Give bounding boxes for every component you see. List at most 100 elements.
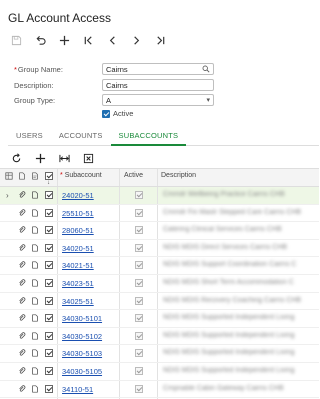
row-select-checkbox[interactable] [45, 208, 53, 219]
tab-accounts[interactable]: ACCOUNTS [51, 128, 111, 146]
subaccount-link[interactable]: 28060-51 [62, 226, 94, 235]
note-icon[interactable] [31, 191, 39, 201]
row-select-box[interactable] [45, 314, 53, 323]
group-name-field[interactable]: Cairns [102, 63, 214, 75]
note-icon[interactable] [31, 261, 39, 271]
add-icon[interactable] [56, 33, 72, 47]
attachment-icon[interactable] [18, 332, 26, 342]
first-icon[interactable] [80, 33, 96, 47]
active-checkbox[interactable] [102, 109, 110, 118]
row-select-checkbox[interactable] [45, 261, 53, 271]
subaccount-link[interactable]: 34030-5105 [62, 367, 102, 376]
row-select-box[interactable] [45, 384, 53, 393]
attachment-icon[interactable] [18, 384, 26, 395]
subaccount-link[interactable]: 34021-51 [62, 261, 94, 270]
note-icon[interactable] [31, 384, 39, 395]
attachment-icon[interactable] [18, 191, 26, 201]
previous-icon[interactable] [104, 33, 120, 47]
group-type-select[interactable]: A ▾ [102, 94, 214, 106]
row-select-box[interactable] [45, 208, 53, 217]
note-icon[interactable] [31, 279, 39, 289]
description-field[interactable]: Cairns [102, 79, 214, 91]
note-icon[interactable] [31, 314, 39, 324]
row-select-checkbox[interactable] [45, 226, 53, 236]
note-icon[interactable] [31, 332, 39, 342]
subaccount-link[interactable]: 34020-51 [62, 244, 94, 253]
table-row[interactable]: 28060-51 Catering Clinical Services Cair… [0, 222, 319, 240]
table-row[interactable]: 34030-5102 NDIS MDIS Supported Independe… [0, 327, 319, 346]
note-icon[interactable] [31, 367, 39, 377]
row-select-box[interactable] [45, 226, 53, 235]
row-select-box[interactable] [45, 243, 53, 252]
row-select-box[interactable] [45, 366, 53, 375]
attachment-icon[interactable] [18, 244, 26, 254]
undo-icon[interactable] [32, 33, 48, 47]
row-select-checkbox[interactable] [45, 243, 53, 254]
subaccount-column-header[interactable]: * Subaccount [60, 172, 102, 179]
add-row-icon[interactable] [32, 151, 48, 165]
active-cell-box [135, 349, 143, 358]
row-select-box[interactable] [45, 331, 53, 340]
export-excel-icon[interactable] [80, 151, 96, 165]
table-row[interactable]: 34030-5103 NDIS MDIS Supported Independe… [0, 345, 319, 363]
table-row[interactable]: 34030-5101 NDIS MDIS Supported Independe… [0, 310, 319, 328]
row-select-box[interactable] [45, 191, 53, 199]
row-select-checkbox[interactable] [45, 366, 53, 377]
attachment-icon[interactable] [18, 226, 26, 236]
attachment-icon[interactable] [18, 261, 26, 271]
column-divider [119, 292, 120, 310]
row-select-checkbox[interactable] [45, 384, 53, 395]
row-select-box[interactable] [45, 261, 53, 270]
tab-subaccounts[interactable]: SUBACCOUNTS [110, 128, 187, 146]
subaccount-link[interactable]: 34110-51 [62, 385, 93, 394]
row-select-box[interactable] [45, 349, 53, 358]
active-checkbox-row[interactable]: Active [102, 109, 133, 118]
tab-users[interactable]: USERS [8, 128, 51, 146]
active-column-header[interactable]: Active [124, 172, 143, 179]
row-select-checkbox[interactable] [45, 296, 53, 307]
row-select-checkbox[interactable] [45, 331, 53, 342]
attachment-icon[interactable] [18, 349, 26, 359]
attachment-icon[interactable] [18, 279, 26, 289]
table-row[interactable]: 25510-51 Cmmdr Fin Mastr Stepped Care Ca… [0, 204, 319, 223]
note-icon[interactable] [31, 297, 39, 307]
column-divider [57, 222, 58, 239]
description-column-header[interactable]: Description [161, 172, 196, 179]
row-select-checkbox[interactable] [45, 349, 53, 359]
fit-columns-icon[interactable] [56, 151, 72, 165]
select-all-box[interactable] [45, 172, 53, 180]
note-icon[interactable] [31, 209, 39, 219]
search-icon[interactable] [202, 65, 210, 75]
subaccount-link[interactable]: 24020-51 [62, 191, 94, 200]
tab-bar: USERS ACCOUNTS SUBACCOUNTS [8, 128, 319, 146]
subaccount-link[interactable]: 34023-51 [62, 279, 94, 288]
next-icon[interactable] [128, 33, 144, 47]
attachment-icon[interactable] [18, 367, 26, 377]
refresh-icon[interactable] [8, 151, 24, 165]
row-select-box[interactable] [45, 296, 53, 305]
subaccount-link[interactable]: 34025-51 [62, 297, 94, 306]
table-row[interactable]: 34023-51 NDIS MDIS Short Term Accommodat… [0, 274, 319, 293]
subaccount-link[interactable]: 34030-5101 [62, 314, 102, 323]
note-icon[interactable] [31, 226, 39, 236]
row-select-checkbox[interactable] [45, 314, 53, 324]
table-row[interactable]: 34030-5105 NDIS MDIS Supported Independe… [0, 362, 319, 381]
row-select-checkbox[interactable] [45, 278, 53, 289]
table-row[interactable]: 34021-51 NDIS MDIS Support Coordination … [0, 257, 319, 275]
attachment-icon[interactable] [18, 208, 26, 219]
table-row[interactable]: 34110-51 Cmpnable Cabin Gateway Cairns C… [0, 380, 319, 399]
attachment-icon[interactable] [18, 314, 26, 324]
table-row[interactable]: 34020-51 NDIS MDIS Direct Services Cairn… [0, 239, 319, 258]
save-icon[interactable] [8, 33, 24, 47]
subaccount-link[interactable]: 34030-5102 [62, 332, 102, 341]
last-icon[interactable] [152, 33, 168, 47]
table-row[interactable]: 34025-51 NDIS MDIS Recovery Coaching Cai… [0, 292, 319, 311]
table-row[interactable]: › 24020-51 Cmmdr Wellbeing Practice Cair… [0, 187, 319, 205]
note-icon[interactable] [31, 244, 39, 254]
row-select-box[interactable] [45, 278, 53, 287]
row-select-checkbox[interactable] [45, 191, 53, 201]
attachment-icon[interactable] [18, 296, 26, 307]
subaccount-link[interactable]: 25510-51 [62, 209, 94, 218]
subaccount-link[interactable]: 34030-5103 [62, 349, 102, 358]
note-icon[interactable] [31, 349, 39, 359]
